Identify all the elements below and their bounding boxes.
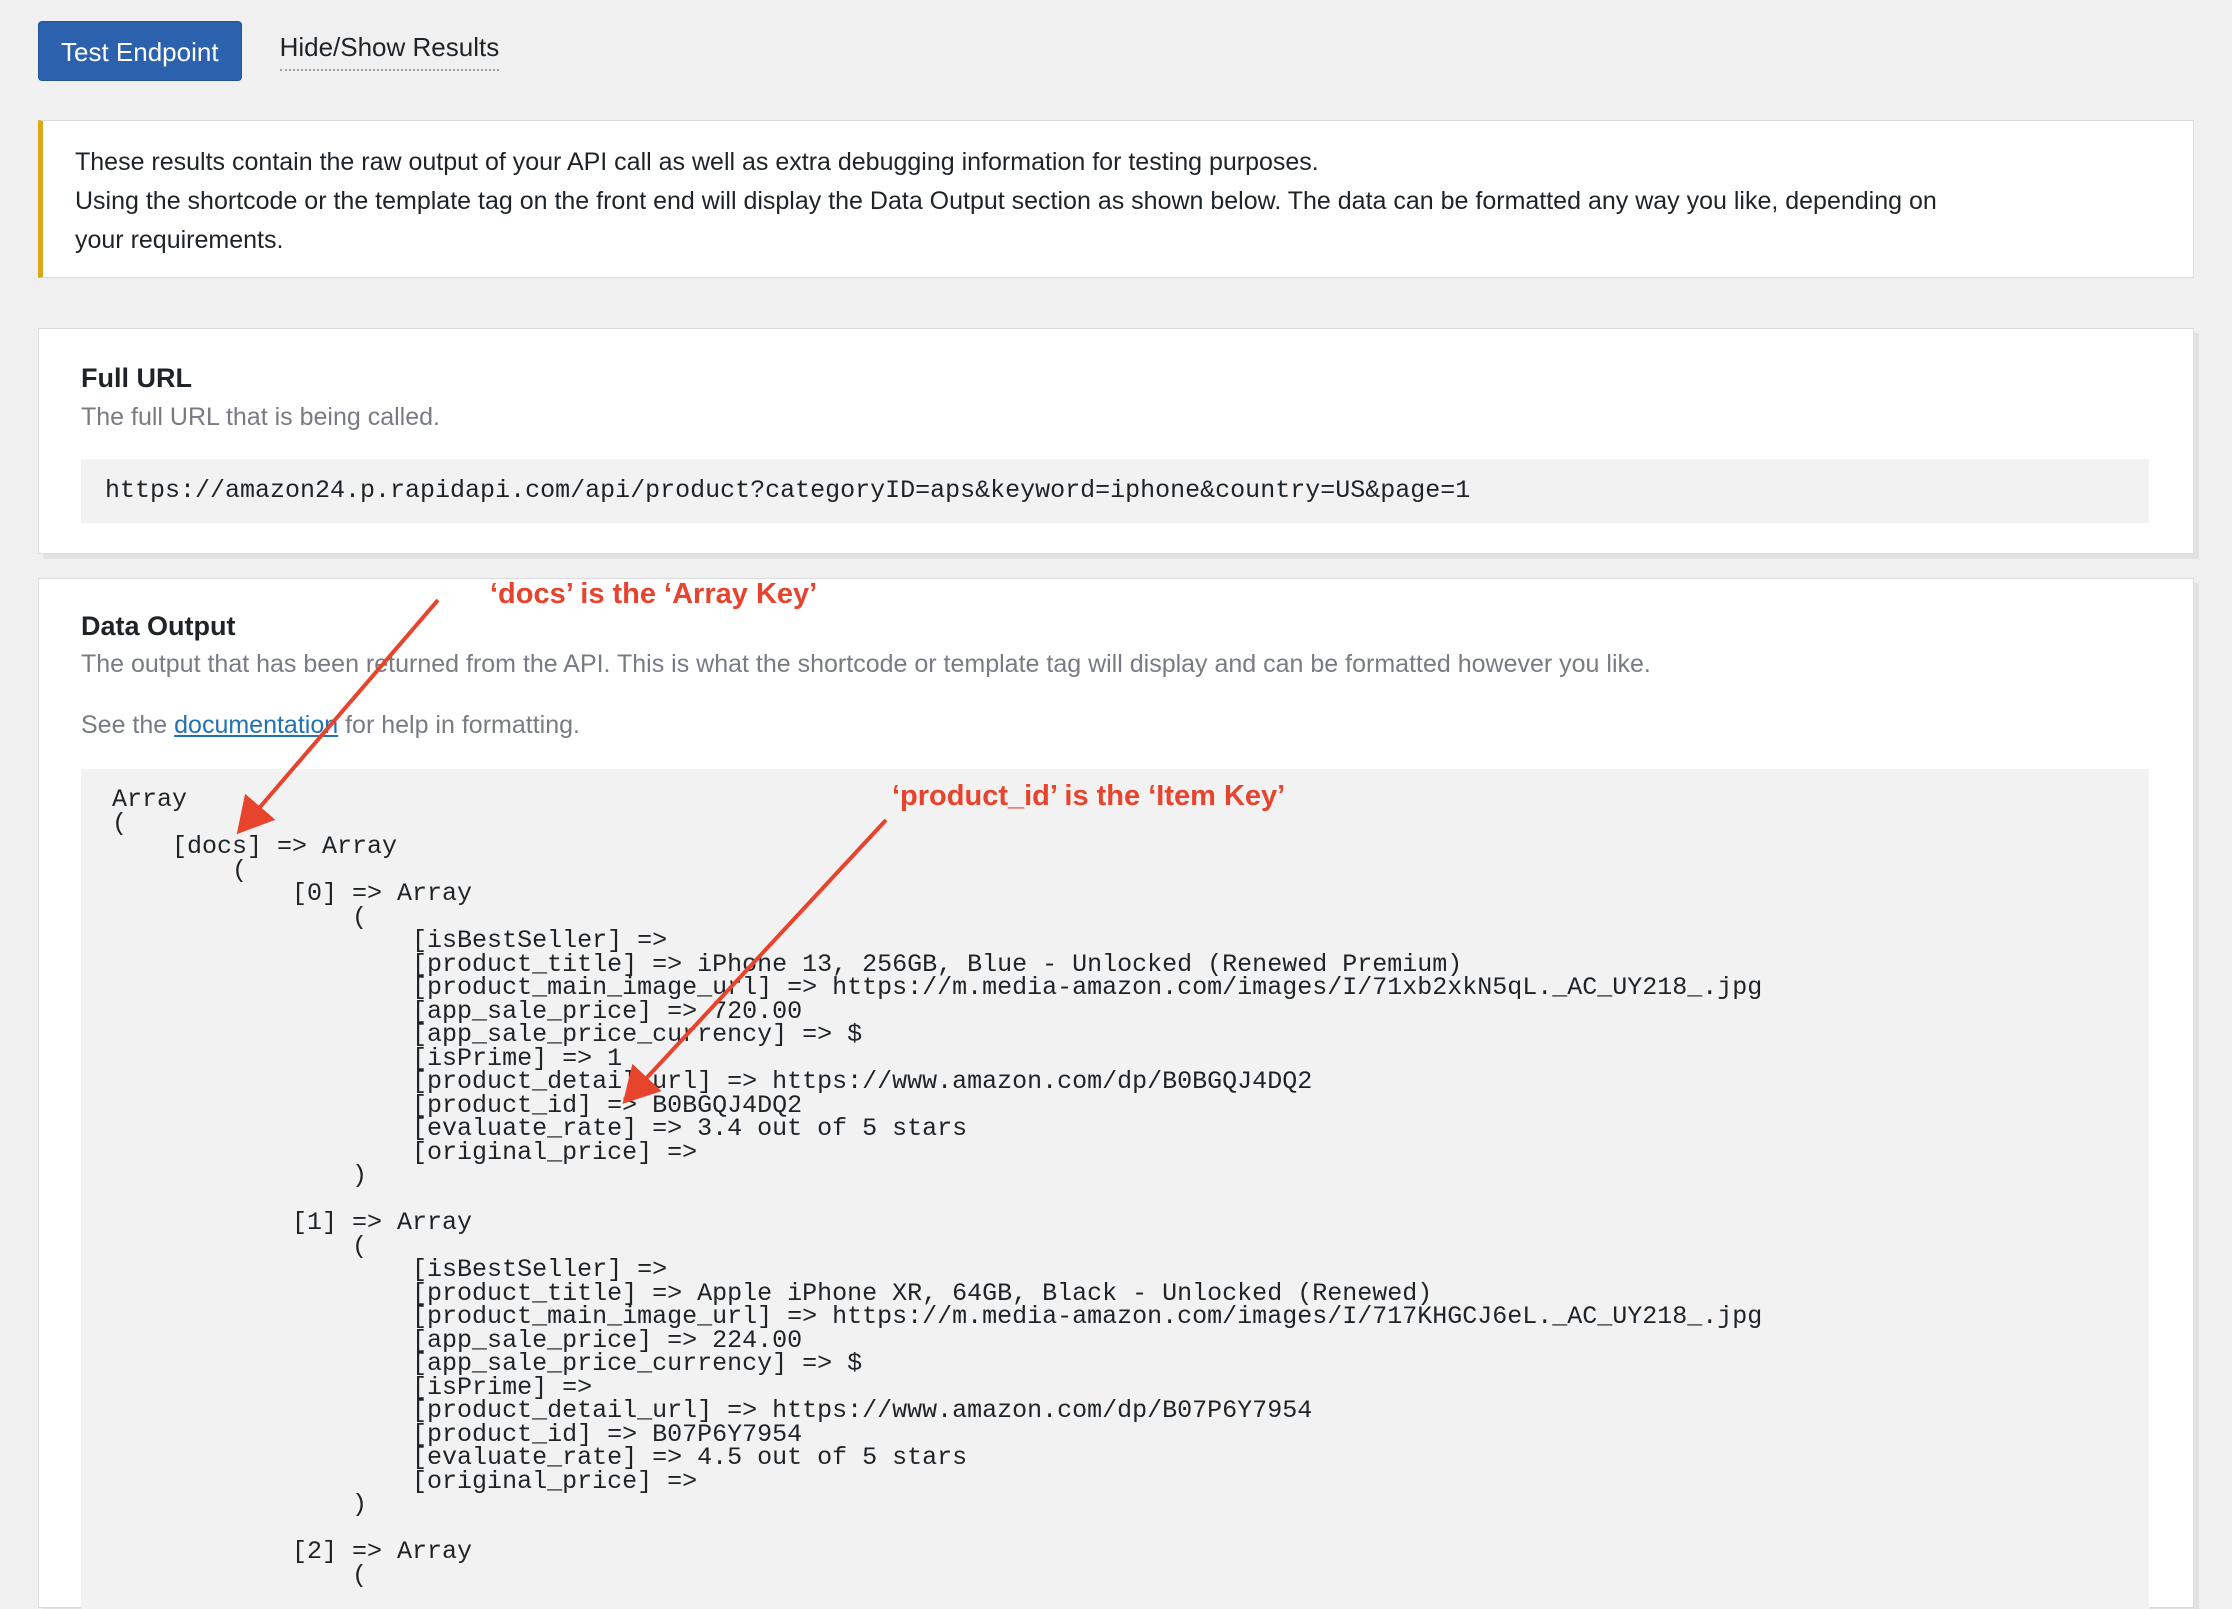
test-endpoint-button[interactable]: Test Endpoint xyxy=(38,21,242,81)
full-url-title: Full URL xyxy=(81,363,192,393)
data-output-panel: Data Output The output that has been ret… xyxy=(38,578,2194,1609)
see-prefix: See the xyxy=(81,711,175,739)
item-key-annotation: ‘product_id’ is the ‘Item Key’ xyxy=(892,780,1286,812)
data-output-code: Array ( [docs] => Array ( [0] => Array (… xyxy=(112,785,1763,1590)
full-url-panel: Full URL The full URL that is being call… xyxy=(38,328,2194,554)
data-output-code-box[interactable]: Array ( [docs] => Array ( [0] => Array (… xyxy=(81,769,2149,1609)
full-url-value[interactable]: https://amazon24.p.rapidapi.com/api/prod… xyxy=(81,459,2149,523)
hide-show-results-link[interactable]: Hide/Show Results xyxy=(279,32,500,71)
data-output-description: The output that has been returned from t… xyxy=(81,650,1651,678)
notice-line-1: These results contain the raw output of … xyxy=(75,148,1319,176)
documentation-hint: See the documentation for help in format… xyxy=(81,711,580,740)
notice-line-2: Using the shortcode or the template tag … xyxy=(75,187,1937,215)
full-url-description: The full URL that is being called. xyxy=(81,403,440,431)
toolbar: Test Endpoint Hide/Show Results xyxy=(38,20,500,82)
array-key-annotation: ‘docs’ is the ‘Array Key’ xyxy=(490,578,818,610)
documentation-link[interactable]: documentation xyxy=(174,711,338,739)
data-output-title: Data Output xyxy=(81,611,236,641)
notice-line-3: your requirements. xyxy=(75,226,284,254)
debug-notice: These results contain the raw output of … xyxy=(38,120,2194,278)
see-suffix: for help in formatting. xyxy=(338,711,580,739)
